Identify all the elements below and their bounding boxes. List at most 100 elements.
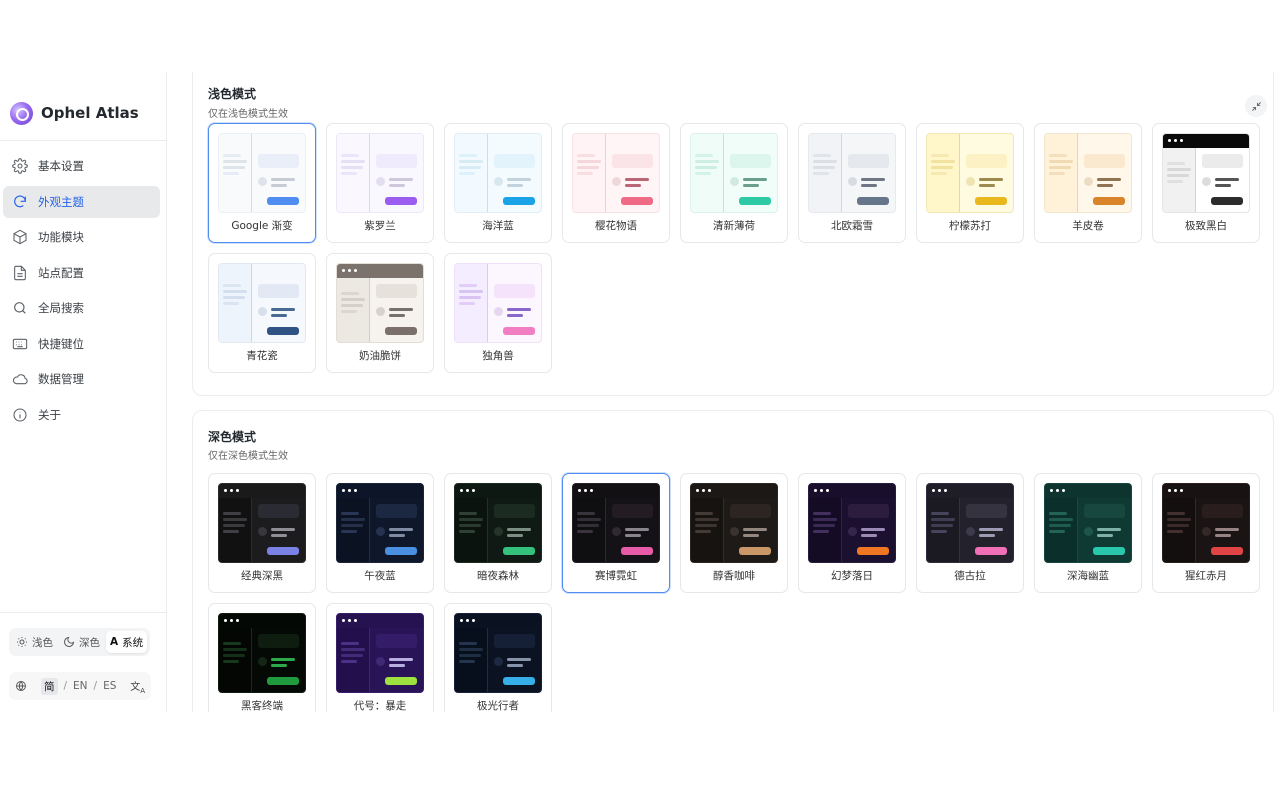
theme-name: 幻梦落日 — [831, 570, 873, 582]
theme-card[interactable]: 柠檬苏打 — [916, 123, 1024, 243]
theme-name: 醇香咖啡 — [713, 570, 755, 582]
theme-card[interactable]: 暗夜森林 — [444, 473, 552, 593]
theme-card[interactable]: 北欧霜雪 — [798, 123, 906, 243]
section-title: 深色模式 — [208, 430, 257, 444]
language-option-zh[interactable]: 简 — [41, 677, 58, 695]
language-separator: / — [93, 680, 98, 692]
theme-grid: Google 渐变 紫罗兰 海洋蓝 樱花物语 清新薄荷 北欧霜雪 柠檬苏打 羊皮卷 极致黑白青花… — [208, 123, 1260, 373]
theme-preview — [336, 263, 424, 343]
theme-card[interactable]: 猩红赤月 — [1152, 473, 1260, 593]
theme-card[interactable]: 幻梦落日 — [798, 473, 906, 593]
mode-light-label: 浅色 — [32, 636, 53, 649]
cube-icon — [13, 229, 27, 245]
section-subtitle: 仅在浅色模式生效 — [208, 109, 288, 120]
theme-preview — [926, 483, 1014, 563]
theme-preview — [218, 613, 306, 693]
theme-card[interactable]: 极致黑白 — [1152, 123, 1260, 243]
settings-window: Ophel Atlas 基本设置 外观主题 功能模块 站点配置 全局搜索 快捷键… — [0, 72, 1280, 712]
theme-name: 紫罗兰 — [364, 220, 396, 232]
theme-card[interactable]: 深海幽蓝 — [1034, 473, 1142, 593]
sidebar-item-label: 关于 — [38, 407, 61, 422]
mode-dark-button[interactable]: 深色 — [59, 631, 104, 653]
sidebar-item-label: 基本设置 — [38, 159, 84, 173]
theme-name: 北欧霜雪 — [831, 220, 873, 232]
theme-name: 海洋蓝 — [482, 220, 514, 232]
main-content: 浅色模式 仅在浅色模式生效 Google 渐变 紫罗兰 海洋蓝 樱花物语 清新薄荷 北欧霜… — [167, 72, 1280, 712]
theme-card[interactable]: 醇香咖啡 — [680, 473, 788, 593]
theme-card[interactable]: 清新薄荷 — [680, 123, 788, 243]
theme-card[interactable]: 经典深黑 — [208, 473, 316, 593]
theme-preview — [1162, 483, 1250, 563]
theme-preview — [1044, 483, 1132, 563]
info-icon — [13, 407, 27, 422]
sidebar-item-label: 功能模块 — [38, 230, 84, 244]
sidebar-item-appearance[interactable]: 外观主题 — [3, 185, 160, 218]
palette-icon — [14, 194, 26, 207]
sidebar: Ophel Atlas 基本设置 外观主题 功能模块 站点配置 全局搜索 快捷键… — [0, 72, 167, 712]
theme-card[interactable]: 羊皮卷 — [1034, 123, 1142, 243]
translate-icon[interactable]: 文A — [130, 678, 145, 695]
sidebar-item-label: 站点配置 — [38, 265, 84, 280]
theme-card[interactable]: 奶油脆饼 — [326, 253, 434, 373]
theme-card[interactable]: 午夜蓝 — [326, 473, 434, 593]
theme-card[interactable]: 德古拉 — [916, 473, 1024, 593]
theme-name: 猩红赤月 — [1185, 570, 1227, 582]
gear-icon — [12, 158, 28, 174]
theme-card[interactable]: 紫罗兰 — [326, 123, 434, 243]
divider — [0, 612, 166, 613]
theme-preview — [808, 483, 896, 563]
theme-preview — [572, 133, 660, 213]
theme-name: 德古拉 — [954, 570, 986, 582]
theme-preview — [690, 133, 778, 213]
theme-name: 深海幽蓝 — [1067, 570, 1109, 582]
color-mode-switch: 浅色 深色 A 系统 — [9, 628, 151, 656]
theme-preview — [218, 263, 306, 343]
sidebar-item-shortcuts[interactable]: 快捷键位 — [3, 328, 160, 360]
theme-name: 柠檬苏打 — [949, 220, 991, 232]
sidebar-item-about[interactable]: 关于 — [3, 399, 160, 431]
theme-name: 羊皮卷 — [1072, 220, 1104, 232]
brand: Ophel Atlas — [10, 100, 139, 126]
theme-preview — [1162, 133, 1250, 213]
theme-card[interactable]: 青花瓷 — [208, 253, 316, 373]
sidebar-item-global-search[interactable]: 全局搜索 — [3, 292, 160, 324]
collapse-button[interactable] — [1245, 95, 1267, 117]
sidebar-item-label: 数据管理 — [38, 372, 84, 386]
theme-card[interactable]: 代号：暴走 — [326, 603, 434, 712]
sidebar-item-modules[interactable]: 功能模块 — [3, 221, 160, 253]
collapse-icon — [1251, 101, 1261, 111]
theme-preview — [336, 133, 424, 213]
theme-grid: 经典深黑 午夜蓝 暗夜森林 赛博霓虹 醇香咖啡 幻梦落日 德古拉 深海幽蓝 猩红赤月黑客终端 代号… — [208, 473, 1260, 712]
theme-card[interactable]: Google 渐变 — [208, 123, 316, 243]
language-switch: 简 / EN / ES 文A — [9, 672, 151, 700]
theme-card[interactable]: 独角兽 — [444, 253, 552, 373]
mode-dark-label: 深色 — [79, 636, 100, 649]
theme-preview — [218, 133, 306, 213]
mode-system-button[interactable]: A 系统 — [106, 631, 148, 653]
sidebar-item-data[interactable]: 数据管理 — [3, 363, 160, 395]
theme-card[interactable]: 极光行者 — [444, 603, 552, 712]
cloud-icon — [12, 374, 28, 385]
theme-name: 奶油脆饼 — [359, 350, 401, 362]
globe-icon — [16, 681, 26, 691]
divider — [0, 140, 166, 141]
sidebar-item-basic-settings[interactable]: 基本设置 — [3, 150, 160, 182]
language-option-es[interactable]: ES — [103, 680, 116, 692]
theme-name: 经典深黑 — [241, 570, 283, 582]
theme-card[interactable]: 海洋蓝 — [444, 123, 552, 243]
theme-name: 赛博霓虹 — [595, 570, 637, 582]
theme-name: 午夜蓝 — [364, 570, 396, 582]
theme-card[interactable]: 赛博霓虹 — [562, 473, 670, 593]
theme-name: 暗夜森林 — [477, 570, 519, 582]
theme-preview — [572, 483, 660, 563]
language-option-en[interactable]: EN — [73, 680, 88, 692]
theme-preview — [218, 483, 306, 563]
theme-card[interactable]: 樱花物语 — [562, 123, 670, 243]
sidebar-item-site-config[interactable]: 站点配置 — [3, 257, 160, 289]
brand-name: Ophel Atlas — [41, 104, 139, 122]
auto-icon: A — [110, 636, 119, 648]
theme-preview — [454, 133, 542, 213]
theme-card[interactable]: 黑客终端 — [208, 603, 316, 712]
sidebar-item-label: 外观主题 — [38, 194, 84, 209]
mode-light-button[interactable]: 浅色 — [12, 631, 57, 653]
